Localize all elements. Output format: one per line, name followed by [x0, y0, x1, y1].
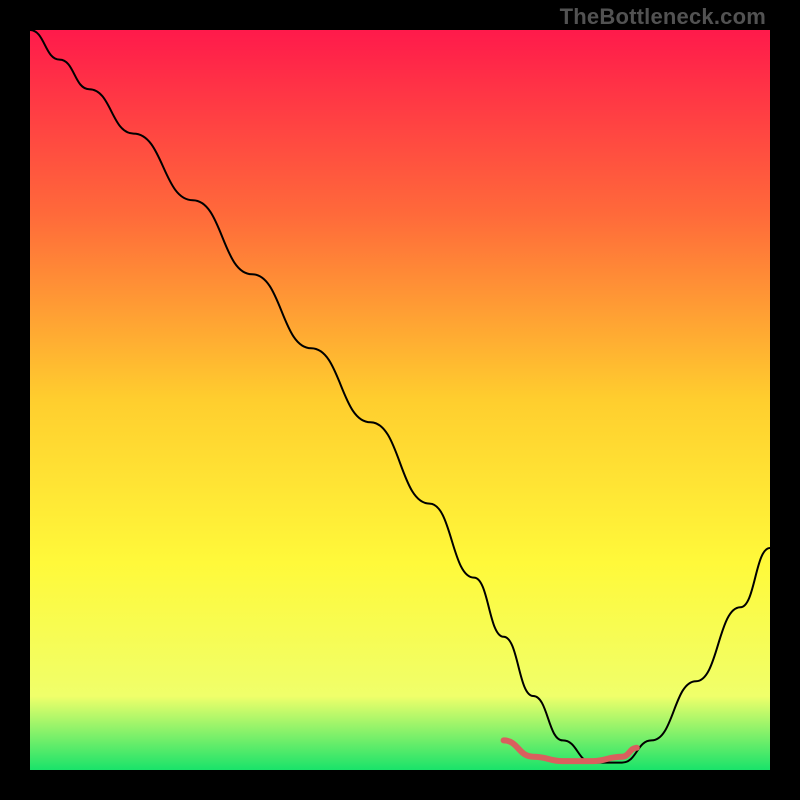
watermark-text: TheBottleneck.com	[560, 4, 766, 30]
gradient-background	[30, 30, 770, 770]
bottleneck-chart	[30, 30, 770, 770]
chart-frame: TheBottleneck.com	[0, 0, 800, 800]
plot-area	[30, 30, 770, 770]
